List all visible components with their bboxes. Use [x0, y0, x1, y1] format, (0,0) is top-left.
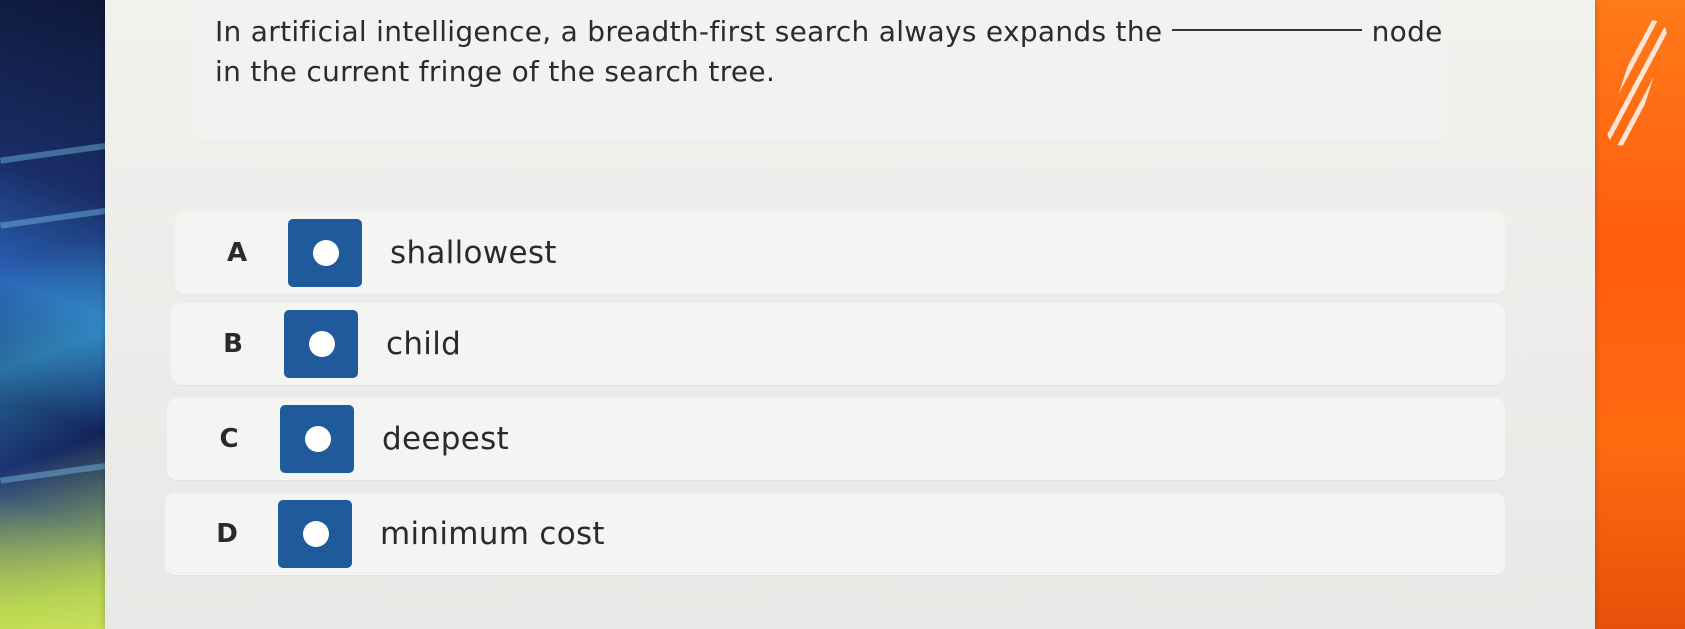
radio-button-d[interactable]	[278, 500, 352, 568]
radio-button-a[interactable]	[288, 219, 362, 287]
option-letter: C	[219, 424, 239, 454]
option-letter: B	[223, 329, 243, 359]
radio-dot-icon	[305, 426, 331, 452]
option-letter: A	[226, 238, 248, 268]
radio-button-c[interactable]	[280, 405, 354, 473]
option-label: shallowest	[390, 235, 557, 271]
option-row-a[interactable]: A shallowest	[175, 212, 1505, 294]
question-prompt: In artificial intelligence, a breadth-fi…	[215, 12, 1465, 92]
background-right-photo	[1585, 0, 1685, 629]
background-left-photo	[0, 0, 120, 629]
radio-button-b[interactable]	[284, 310, 358, 378]
option-row-b[interactable]: B child	[171, 303, 1505, 385]
background-stripe	[0, 462, 110, 484]
radio-dot-icon	[313, 240, 339, 266]
option-label: minimum cost	[380, 516, 605, 552]
background-stripe	[0, 207, 110, 229]
option-letter: D	[216, 519, 238, 549]
option-row-d[interactable]: D minimum cost	[165, 493, 1505, 575]
radio-dot-icon	[309, 331, 335, 357]
background-marks	[1603, 16, 1671, 150]
radio-dot-icon	[303, 521, 329, 547]
option-row-c[interactable]: C deepest	[167, 398, 1505, 480]
option-label: child	[386, 326, 462, 362]
background-stripe	[0, 142, 110, 164]
quiz-panel: In artificial intelligence, a breadth-fi…	[105, 0, 1595, 629]
question-text: In artificial intelligence, a breadth-fi…	[215, 15, 1443, 88]
answer-blank	[1172, 29, 1363, 31]
option-label: deepest	[382, 421, 509, 457]
